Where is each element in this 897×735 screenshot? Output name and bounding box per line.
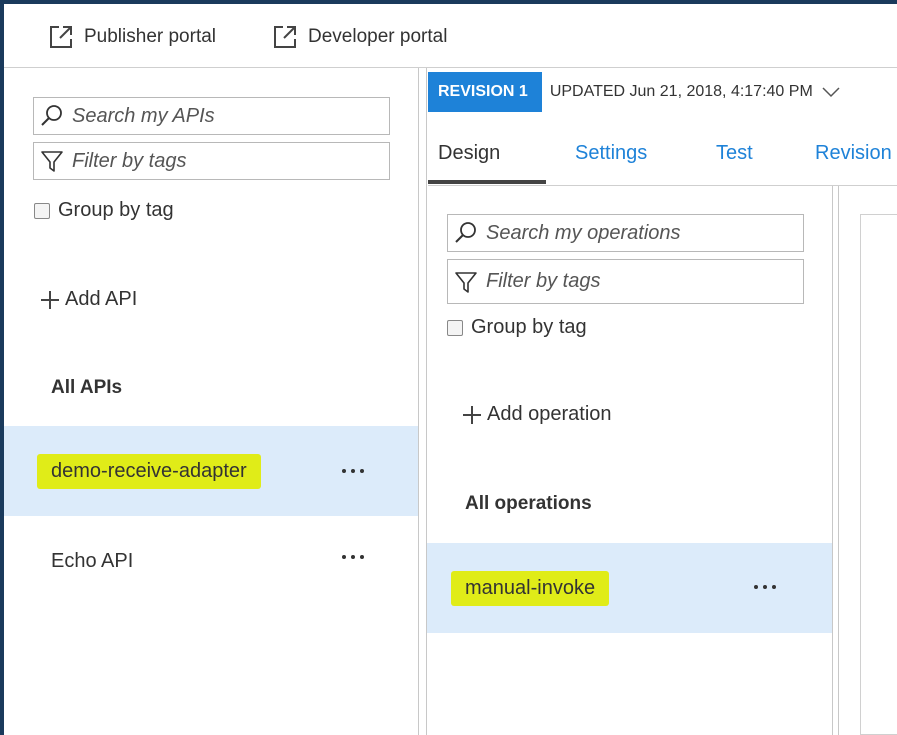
search-icon [41,105,62,126]
api-group-by-tag[interactable]: Group by tag [34,199,174,222]
group-by-tag-checkbox[interactable] [447,319,463,336]
revision-badge[interactable]: REVISION 1 [428,72,542,112]
active-tab-indicator [428,180,546,184]
api-more-options-icon[interactable] [342,469,364,473]
plus-icon [41,290,59,309]
developer-portal-link[interactable]: Developer portal [272,24,447,50]
api-item-label: demo-receive-adapter [37,453,261,489]
tab-test[interactable]: Test [716,142,753,165]
publisher-portal-link[interactable]: Publisher portal [48,24,216,50]
tab-design[interactable]: Design [438,142,500,165]
chevron-down-icon[interactable] [821,85,841,99]
api-list-item[interactable]: demo-receive-adapter [4,426,418,516]
tab-revisions[interactable]: Revision [815,142,892,165]
add-api-label: Add API [65,288,138,310]
panel-divider [426,68,427,735]
panel-divider [838,186,839,735]
api-more-options-icon[interactable] [342,555,364,559]
api-tabs: Design Settings Test Revision [428,130,897,185]
operation-list-item[interactable]: manual-invoke [427,543,832,633]
tabs-divider [428,185,897,186]
top-toolbar: Publisher portal Developer portal [4,4,897,66]
tab-settings[interactable]: Settings [575,142,647,165]
operation-search-placeholder: Search my operations [486,221,681,244]
group-by-tag-label: Group by tag [471,316,587,338]
plus-icon [463,405,481,424]
operation-more-options-icon[interactable] [754,585,776,589]
all-operations-heading: All operations [465,493,592,514]
developer-portal-label: Developer portal [308,26,448,47]
operation-filter-placeholder: Filter by tags [486,270,601,292]
api-filter-placeholder: Filter by tags [72,149,187,172]
publisher-portal-label: Publisher portal [84,26,217,47]
operation-group-by-tag[interactable]: Group by tag [447,316,587,339]
api-search-input[interactable]: Search my APIs [33,97,390,135]
filter-icon [455,271,477,293]
external-link-icon [274,26,296,48]
operation-tag-filter-input[interactable]: Filter by tags [447,259,804,304]
all-apis-heading: All APIs [51,377,123,398]
operation-item-label: manual-invoke [451,570,610,606]
revision-updated-text: UPDATED Jun 21, 2018, 4:17:40 PM [549,83,813,100]
api-search-placeholder: Search my APIs [72,104,215,127]
panel-divider [418,68,419,735]
group-by-tag-label: Group by tag [58,199,174,221]
revision-bar: REVISION 1 UPDATED Jun 21, 2018, 4:17:40… [428,72,897,112]
search-icon [455,222,476,243]
add-operation-button[interactable]: Add operation [463,403,612,426]
external-link-icon [50,26,72,48]
api-item-label: Echo API [51,549,134,572]
add-operation-label: Add operation [487,403,612,425]
api-list-item[interactable]: Echo API [4,516,418,606]
filter-icon [41,151,63,172]
operation-detail-frame [860,214,897,735]
group-by-tag-checkbox[interactable] [34,202,50,219]
add-api-button[interactable]: Add API [41,288,137,311]
panel-divider [832,186,833,735]
operation-search-input[interactable]: Search my operations [447,214,804,252]
api-tag-filter-input[interactable]: Filter by tags [33,142,390,180]
